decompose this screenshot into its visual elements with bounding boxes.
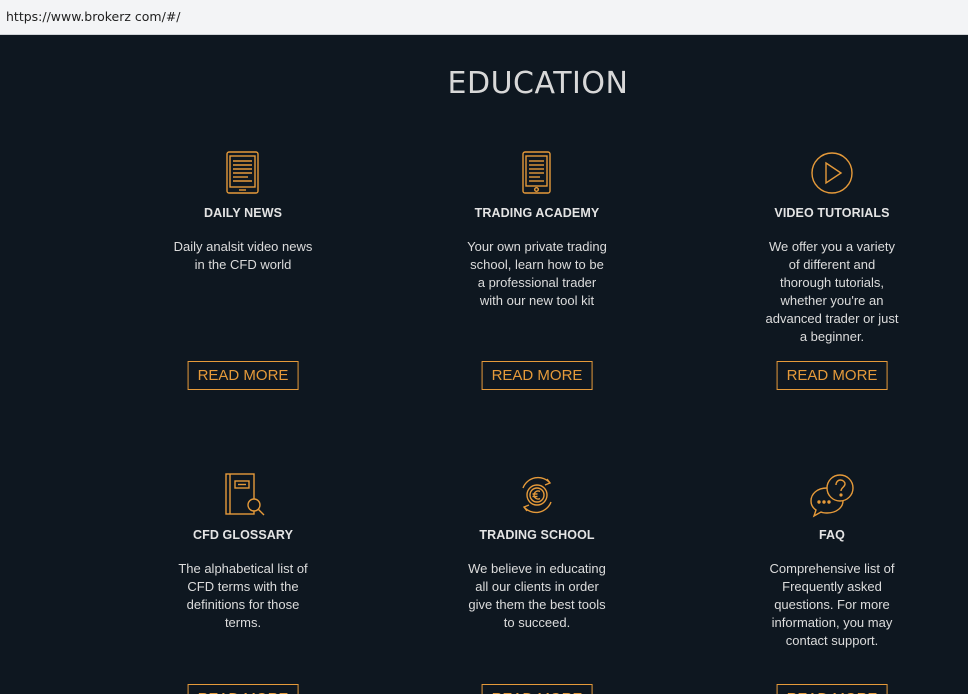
question-chat-icon [807, 472, 857, 518]
card-title: TRADING SCHOOL [479, 528, 595, 542]
education-section: EDUCATION DAILY NEWS Daily analsit video… [0, 36, 968, 694]
card-cfd-glossary: CFD GLOSSARY The alphabetical list of CF… [143, 472, 343, 694]
read-more-button[interactable]: READ MORE [481, 361, 593, 390]
card-description: Your own private trading school, learn h… [467, 239, 607, 308]
read-more-button[interactable]: READ MORE [776, 684, 888, 694]
read-more-button[interactable]: READ MORE [776, 361, 888, 390]
card-title: DAILY NEWS [203, 206, 283, 220]
address-bar[interactable]: https://www.brokerz com/#/ [0, 0, 968, 35]
card-title: FAQ [819, 528, 845, 542]
card-description: Daily analsit video news in the CFD worl… [173, 239, 313, 272]
card-trading-academy: TRADING ACADEMY Your own private trading… [437, 150, 637, 400]
book-search-icon [218, 472, 268, 518]
tablet-news-icon [218, 150, 268, 196]
card-description: We offer you a variety of different and … [765, 239, 899, 344]
card-video-tutorials: VIDEO TUTORIALS We offer you a variety o… [732, 150, 932, 400]
card-description: We believe in educating all our clients … [468, 561, 606, 630]
tablet-academy-icon [512, 150, 562, 196]
play-circle-icon [807, 150, 857, 196]
euro-exchange-icon [512, 472, 562, 518]
card-title: VIDEO TUTORIALS [774, 206, 890, 220]
card-description: The alphabetical list of CFD terms with … [178, 561, 308, 630]
card-faq: FAQ Comprehensive list of Frequently ask… [732, 472, 932, 694]
card-trading-school: TRADING SCHOOL We believe in educating a… [437, 472, 637, 694]
read-more-button[interactable]: READ MORE [187, 684, 299, 694]
section-title: EDUCATION [447, 66, 629, 101]
read-more-button[interactable]: READ MORE [481, 684, 593, 694]
card-title: CFD GLOSSARY [192, 528, 294, 542]
card-title: TRADING ACADEMY [474, 206, 600, 220]
url-text[interactable]: https://www.brokerz com/#/ [6, 9, 181, 24]
card-description: Comprehensive list of Frequently asked q… [769, 561, 895, 648]
card-daily-news: DAILY NEWS Daily analsit video news in t… [143, 150, 343, 400]
read-more-button[interactable]: READ MORE [187, 361, 299, 390]
